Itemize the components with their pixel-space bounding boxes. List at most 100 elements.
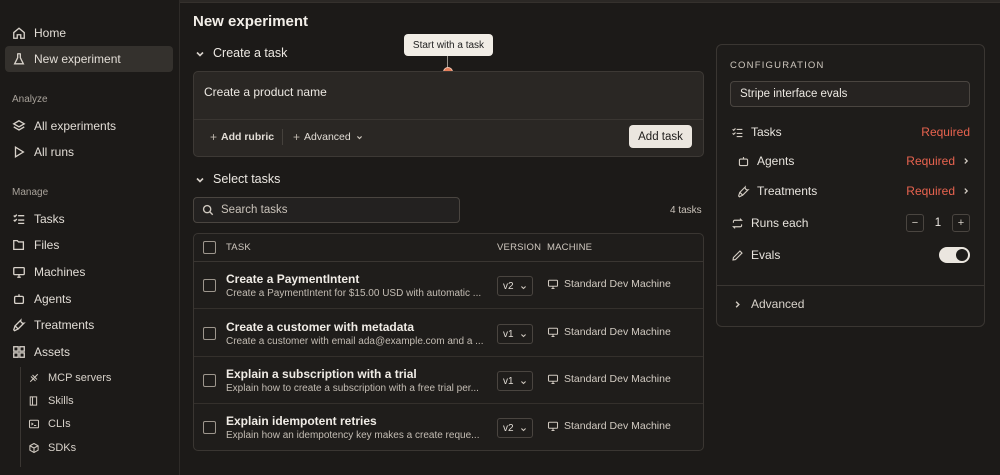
repeat-icon	[731, 217, 744, 230]
sidebar-item-treatments[interactable]: Treatments	[5, 312, 173, 338]
version-select[interactable]: v1	[497, 324, 533, 344]
table-header: TASK VERSION MACHINE	[194, 234, 703, 262]
advanced-dropdown[interactable]: + Advanced	[293, 130, 363, 144]
machine-name: Standard Dev Machine	[564, 326, 671, 338]
sidebar-subitem-sdks[interactable]: SDKs	[28, 438, 76, 458]
runs-stepper: − 1 +	[906, 214, 970, 232]
sidebar-item-tasks[interactable]: Tasks	[5, 206, 173, 232]
tasks-required-status: Required	[921, 125, 970, 139]
section-title: Create a task	[213, 46, 288, 60]
status-text: Required	[906, 154, 955, 168]
evals-toggle[interactable]	[939, 247, 970, 263]
sidebar-item-machines[interactable]: Machines	[5, 259, 173, 285]
sidebar-subitem-label: CLIs	[48, 418, 71, 430]
sidebar-subitem-clis[interactable]: CLIs	[28, 414, 71, 434]
row-checkbox[interactable]	[203, 374, 216, 387]
sidebar-item-new-experiment[interactable]: New experiment	[5, 46, 173, 72]
config-row-label: Treatments	[757, 184, 818, 198]
sidebar-item-label: Assets	[34, 345, 71, 359]
table-row[interactable]: Explain idempotent retries Explain how a…	[194, 404, 703, 450]
config-row-treatments[interactable]: Treatments Required	[737, 180, 970, 202]
version-select[interactable]: v2	[497, 276, 533, 296]
add-rubric-button[interactable]: + Add rubric	[210, 130, 274, 144]
table-row[interactable]: Explain a subscription with a trial Expl…	[194, 357, 703, 404]
divider	[194, 119, 703, 120]
experiment-name-input[interactable]: Stripe interface evals	[730, 81, 970, 107]
table-row[interactable]: Create a customer with metadata Create a…	[194, 310, 703, 357]
version-value: v2	[503, 422, 514, 434]
task-prompt-input[interactable]: Create a product name	[204, 85, 327, 99]
page-title: New experiment	[193, 13, 309, 30]
search-icon	[202, 204, 214, 216]
chevron-right-icon	[735, 300, 740, 308]
configuration-heading: CONFIGURATION	[730, 60, 825, 71]
machine-name: Standard Dev Machine	[564, 420, 671, 432]
task-count: 4 tasks	[670, 205, 702, 216]
task-description: Create a customer with email ada@example…	[226, 336, 484, 347]
machine-cell: Standard Dev Machine	[547, 278, 671, 290]
machine-name: Standard Dev Machine	[564, 278, 671, 290]
sidebar-item-label: Treatments	[34, 318, 95, 332]
grid-icon	[12, 345, 26, 359]
pen-icon	[731, 249, 744, 262]
tooltip: Start with a task	[404, 34, 493, 56]
task-title: Create a customer with metadata	[226, 320, 415, 334]
terminal-icon	[28, 418, 40, 430]
server-icon	[28, 372, 40, 384]
table-row[interactable]: Create a PaymentIntent Create a PaymentI…	[194, 262, 703, 309]
sidebar-item-agents[interactable]: Agents	[5, 286, 173, 312]
runs-value[interactable]: 1	[928, 217, 948, 229]
sidebar-item-home[interactable]: Home	[5, 20, 173, 46]
sidebar-subitem-label: Skills	[48, 395, 74, 407]
row-checkbox[interactable]	[203, 421, 216, 434]
chevron-down-icon	[195, 174, 205, 184]
advanced-label: Advanced	[751, 297, 805, 311]
sidebar-item-all-runs[interactable]: All runs	[5, 139, 173, 165]
sidebar-subitem-mcp-servers[interactable]: MCP servers	[28, 368, 111, 388]
search-input[interactable]	[221, 204, 441, 216]
advanced-label: Advanced	[304, 131, 351, 143]
bot-icon	[12, 292, 26, 306]
monitor-icon	[547, 279, 559, 290]
chevron-down-icon	[356, 134, 363, 141]
machine-cell: Standard Dev Machine	[547, 420, 671, 432]
chevron-down-icon	[520, 425, 527, 432]
row-checkbox[interactable]	[203, 327, 216, 340]
sidebar-subitem-skills[interactable]: Skills	[28, 391, 74, 411]
sidebar-item-assets[interactable]: Assets	[5, 339, 173, 365]
column-header-version: VERSION	[497, 242, 542, 253]
chevron-down-icon	[520, 283, 527, 290]
version-select[interactable]: v1	[497, 371, 533, 391]
add-task-button[interactable]: Add task	[629, 125, 692, 148]
chevron-down-icon	[520, 378, 527, 385]
bot-icon	[737, 155, 750, 168]
machine-name: Standard Dev Machine	[564, 373, 671, 385]
plus-icon: +	[293, 130, 301, 144]
layers-icon	[12, 119, 26, 133]
sidebar-item-label: Files	[34, 238, 60, 252]
select-all-checkbox[interactable]	[203, 241, 216, 254]
search-field[interactable]	[193, 197, 460, 223]
sidebar-item-files[interactable]: Files	[5, 232, 173, 258]
divider	[717, 285, 984, 286]
sidebar-item-all-experiments[interactable]: All experiments	[5, 113, 173, 139]
decrement-button[interactable]: −	[906, 214, 924, 232]
version-select[interactable]: v2	[497, 418, 533, 438]
config-row-tasks[interactable]: Tasks Required	[731, 121, 970, 143]
task-title: Explain idempotent retries	[226, 414, 377, 428]
row-checkbox[interactable]	[203, 279, 216, 292]
version-value: v2	[503, 280, 514, 292]
wrench-icon	[737, 184, 750, 198]
select-tasks-section-toggle[interactable]: Select tasks	[195, 172, 280, 186]
sidebar-item-label: Home	[34, 26, 67, 40]
sidebar-item-label: All experiments	[34, 119, 117, 133]
files-icon	[12, 238, 26, 252]
chevron-down-icon	[195, 48, 205, 58]
advanced-section-toggle[interactable]: Advanced	[733, 297, 804, 311]
config-row-label: Runs each	[751, 216, 809, 230]
column-header-task: TASK	[226, 242, 251, 253]
configuration-panel: CONFIGURATION Stripe interface evals Tas…	[716, 44, 985, 327]
config-row-agents[interactable]: Agents Required	[737, 150, 970, 172]
increment-button[interactable]: +	[952, 214, 970, 232]
create-task-section-toggle[interactable]: Create a task	[195, 46, 287, 60]
